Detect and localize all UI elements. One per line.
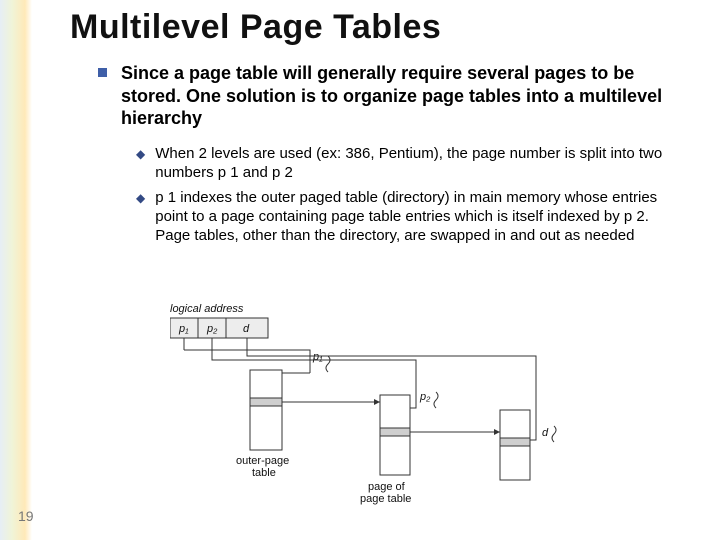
cell-p2: p₂	[206, 323, 218, 335]
final-frame	[500, 410, 530, 480]
outer-page-label-line2: table	[252, 467, 276, 479]
svg-text:d: d	[542, 427, 549, 439]
svg-text:p₂: p₂	[419, 391, 431, 403]
bullet-level1-text: Since a page table will generally requir…	[121, 62, 668, 130]
bullet-level2-text: p 1 indexes the outer paged table (direc…	[155, 188, 668, 246]
svg-text:p₁: p₁	[312, 351, 323, 363]
bullet-level2: ◆ p 1 indexes the outer paged table (dir…	[136, 188, 668, 246]
page-table-diagram: logical address p₁ p₂ d	[170, 300, 590, 510]
page-number: 19	[18, 508, 34, 524]
logical-address-label: logical address	[170, 303, 244, 315]
slide-title: Multilevel Page Tables	[70, 8, 441, 47]
square-bullet-icon	[98, 68, 107, 77]
bullet-level2: ◆ When 2 levels are used (ex: 386, Penti…	[136, 144, 668, 182]
diamond-bullet-icon: ◆	[136, 191, 145, 205]
cell-d: d	[243, 323, 250, 335]
page-of-pt-label-line2: page table	[360, 493, 411, 505]
slide-edge-gradient	[0, 0, 32, 540]
page-of-pt-label-line1: page of	[368, 481, 406, 493]
outer-page-label-line1: outer-page	[236, 455, 289, 467]
diamond-bullet-icon: ◆	[136, 147, 145, 161]
cell-p1: p₁	[178, 323, 189, 335]
slide-content: Since a page table will generally requir…	[98, 62, 668, 251]
logical-address-box: p₁ p₂ d	[170, 318, 268, 338]
bullet-level2-text: When 2 levels are used (ex: 386, Pentium…	[155, 144, 668, 182]
page-of-page-table: page of page table	[360, 395, 411, 505]
bullet-level1: Since a page table will generally requir…	[98, 62, 668, 130]
outer-page-table: outer-page table	[236, 370, 289, 479]
